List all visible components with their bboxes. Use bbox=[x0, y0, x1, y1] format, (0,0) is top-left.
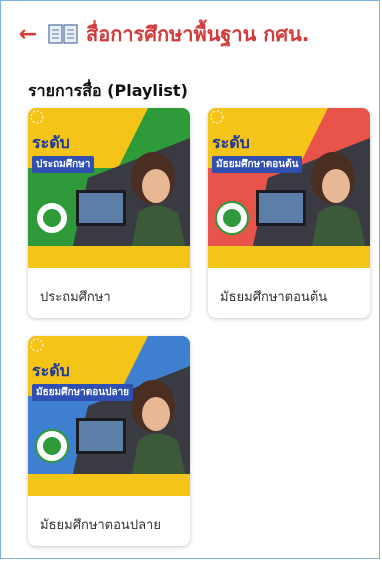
playlist-card-upper-secondary[interactable]: ระดับ มัธยมศึกษาตอนปลาย มัธยมศึกษาตอนปลา… bbox=[28, 336, 190, 546]
card-badge-sub: มัธยมศึกษาตอนต้น bbox=[212, 156, 303, 173]
section-title: รายการสื่อ (Playlist) bbox=[28, 81, 188, 100]
card-badge-level: ระดับ bbox=[32, 361, 70, 380]
back-button[interactable]: ← bbox=[14, 20, 42, 48]
card-label: มัธยมศึกษาตอนปลาย bbox=[40, 518, 161, 533]
page-title: สื่อการศึกษาพื้นฐาน กศน. bbox=[86, 22, 310, 46]
playlist-thumbnail: ระดับ มัธยมศึกษาตอนปลาย bbox=[28, 336, 190, 496]
playlist-card-lower-secondary[interactable]: ระดับ มัธยมศึกษาตอนต้น มัธยมศึกษาตอนต้น bbox=[208, 108, 370, 318]
card-label: ประถมศึกษา bbox=[40, 290, 111, 305]
card-badge-level: ระดับ bbox=[212, 133, 250, 152]
card-label: มัธยมศึกษาตอนต้น bbox=[220, 290, 328, 305]
card-badge-sub: มัธยมศึกษาตอนปลาย bbox=[32, 384, 134, 401]
playlist-card-primary[interactable]: ระดับ ประถมศึกษา ประถมศึกษา bbox=[28, 108, 190, 318]
open-book-icon bbox=[48, 22, 78, 46]
playlist-thumbnail: ระดับ ประถมศึกษา bbox=[28, 108, 190, 268]
card-badge-sub: ประถมศึกษา bbox=[32, 156, 95, 173]
card-badge-level: ระดับ bbox=[32, 133, 70, 152]
playlist-thumbnail: ระดับ มัธยมศึกษาตอนต้น bbox=[208, 108, 370, 268]
arrow-left-icon: ← bbox=[18, 21, 38, 47]
app-header: ← สื่อการศึกษาพื้นฐาน กศน. bbox=[14, 12, 374, 56]
